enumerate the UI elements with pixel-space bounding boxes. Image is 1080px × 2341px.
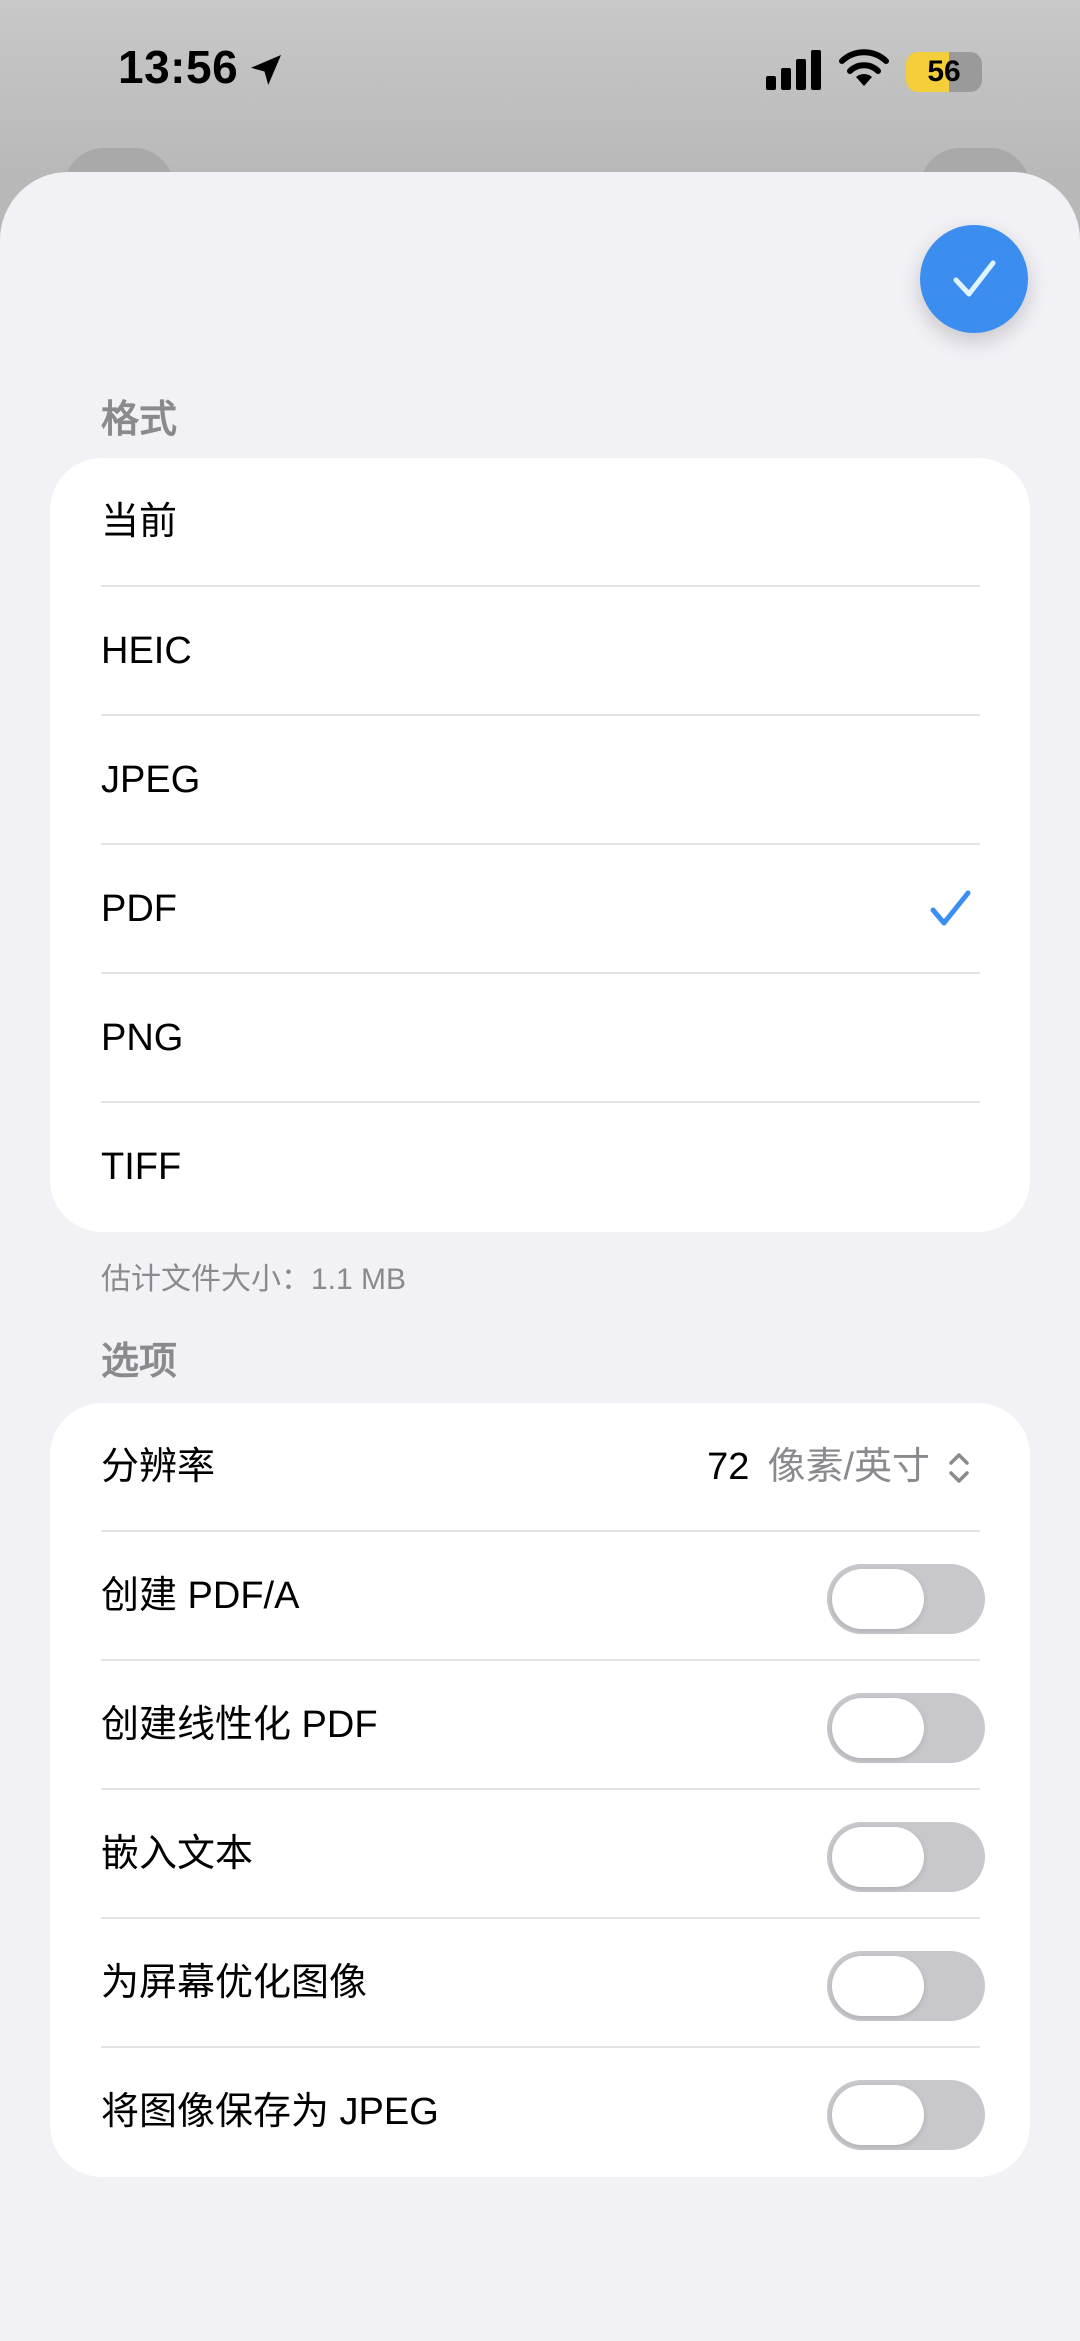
toggle-embed-text[interactable] xyxy=(827,1822,985,1892)
battery-percent: 56 xyxy=(927,55,961,88)
toggle-knob xyxy=(832,1569,924,1629)
format-list: 当前 HEIC JPEG PDF PNG TIFF xyxy=(50,458,1030,1232)
option-label: 嵌入文本 xyxy=(101,1833,254,1875)
section-header-format: 格式 xyxy=(101,399,178,441)
option-label: 创建 PDF/A xyxy=(101,1575,300,1617)
option-row-save-jpeg: 将图像保存为 JPEG xyxy=(50,2048,1030,2177)
format-option-current[interactable]: 当前 xyxy=(50,458,1030,587)
checkmark-icon xyxy=(953,260,996,297)
toggle-optimize-images[interactable] xyxy=(827,1951,985,2021)
format-option-jpeg[interactable]: JPEG xyxy=(50,716,1030,845)
checkmark-icon xyxy=(930,890,971,926)
option-row-pdfa: 创建 PDF/A xyxy=(50,1532,1030,1661)
option-row-linearized: 创建线性化 PDF xyxy=(50,1661,1030,1790)
section-header-options: 选项 xyxy=(101,1341,178,1383)
toggle-save-as-jpeg[interactable] xyxy=(827,2080,985,2150)
toggle-knob xyxy=(832,1956,924,2016)
estimated-file-size: 估计文件大小：1.1 MB xyxy=(101,1263,407,1296)
wifi-icon xyxy=(839,49,889,86)
battery-icon: 56 xyxy=(906,52,982,92)
toggle-linearized-pdf[interactable] xyxy=(827,1693,985,1763)
option-row-embed-text: 嵌入文本 xyxy=(50,1790,1030,1919)
format-option-heic[interactable]: HEIC xyxy=(50,587,1030,716)
option-label: 为屏幕优化图像 xyxy=(101,1962,368,2004)
format-option-label: TIFF xyxy=(101,1146,182,1188)
resolution-picker[interactable]: 72 像素/英寸 xyxy=(707,1403,974,1532)
status-time: 13:56 xyxy=(118,41,239,93)
options-list: 分辨率 72 像素/英寸 创建 PDF/A 创建线性化 PDF 嵌入文本 为屏幕… xyxy=(50,1403,1030,2177)
resolution-value: 72 xyxy=(707,1446,750,1488)
format-option-label: PNG xyxy=(101,1017,184,1059)
format-option-label: PDF xyxy=(101,888,177,930)
option-row-optimize: 为屏幕优化图像 xyxy=(50,1919,1030,2048)
option-label: 将图像保存为 JPEG xyxy=(101,2091,439,2133)
resolution-row[interactable]: 分辨率 72 像素/英寸 xyxy=(50,1403,1030,1532)
format-option-label: 当前 xyxy=(101,501,178,543)
location-arrow-icon xyxy=(251,55,281,85)
toggle-knob xyxy=(832,1698,924,1758)
toggle-knob xyxy=(832,1827,924,1887)
chevron-up-down-icon xyxy=(949,1452,969,1483)
format-option-label: HEIC xyxy=(101,630,192,672)
toggle-create-pdfa[interactable] xyxy=(827,1564,985,1634)
cellular-signal-icon xyxy=(766,50,821,90)
toggle-knob xyxy=(832,2085,924,2145)
status-bar: 13:56 56 xyxy=(0,0,1080,145)
option-label: 创建线性化 PDF xyxy=(101,1704,378,1746)
format-option-pdf[interactable]: PDF xyxy=(50,845,1030,974)
done-button[interactable] xyxy=(920,225,1028,333)
format-option-png[interactable]: PNG xyxy=(50,974,1030,1103)
resolution-label: 分辨率 xyxy=(101,1446,216,1488)
resolution-unit: 像素/英寸 xyxy=(767,1446,930,1488)
format-option-label: JPEG xyxy=(101,759,201,801)
format-option-tiff[interactable]: TIFF xyxy=(50,1103,1030,1232)
